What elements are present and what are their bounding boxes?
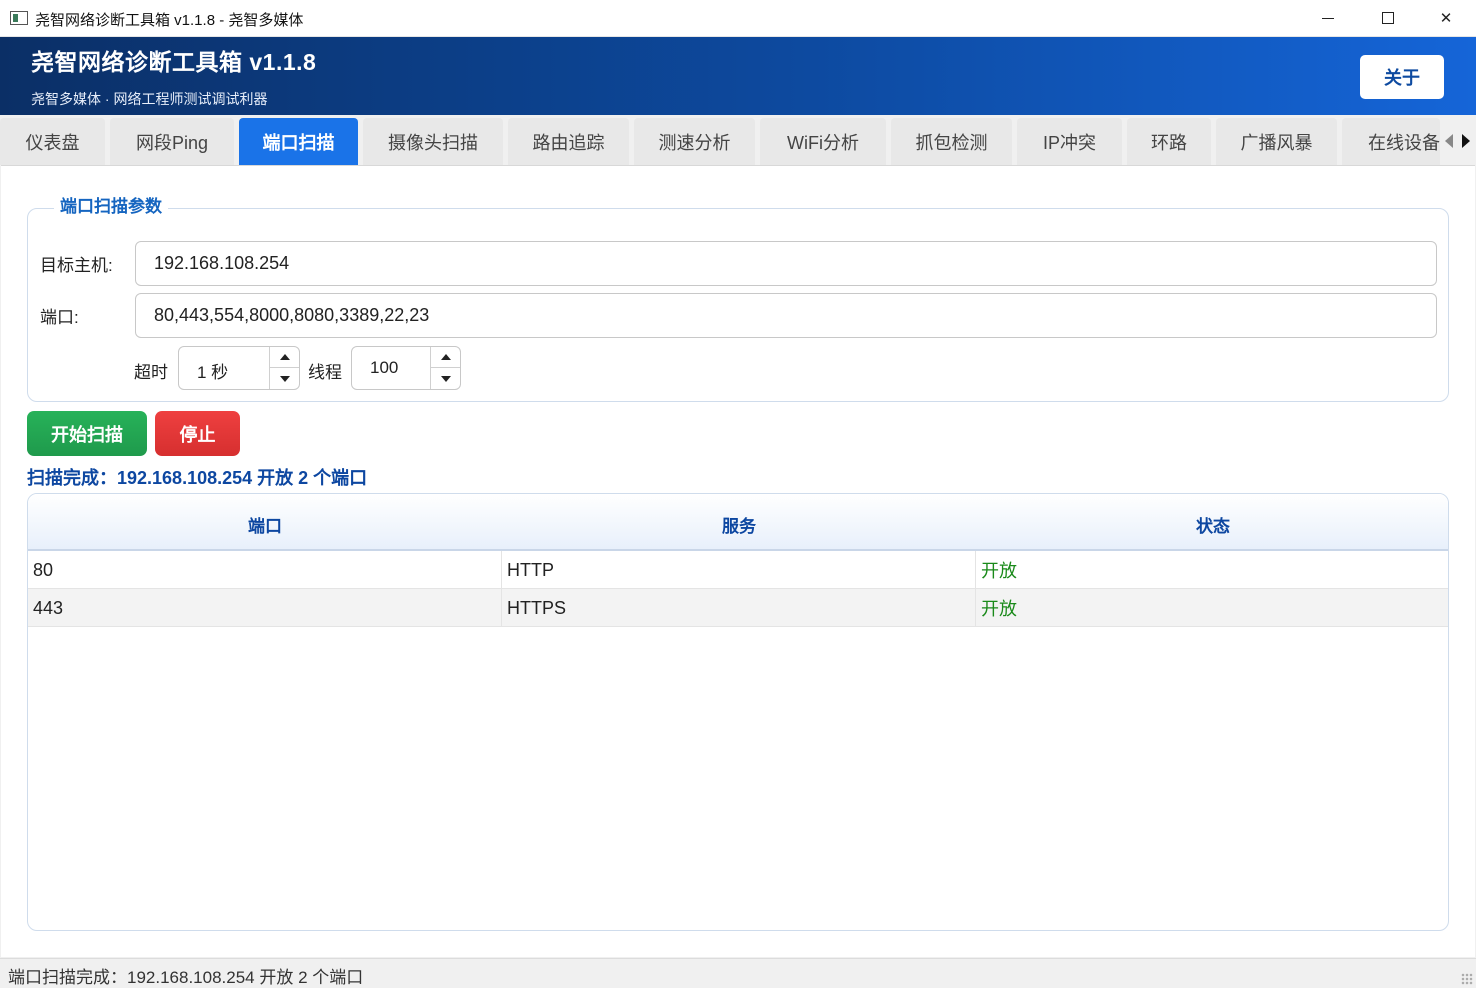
timeout-value: 1 秒: [197, 363, 229, 382]
tab-segment-ping[interactable]: 网段Ping: [110, 118, 234, 165]
chevron-down-icon: [440, 375, 451, 382]
tab-scroll-left-icon[interactable]: [1444, 134, 1453, 148]
minimize-icon: [1322, 17, 1334, 19]
maximize-icon: [1382, 12, 1394, 24]
tab-bar: 仪表盘 网段Ping 端口扫描 摄像头扫描 路由追踪 测速分析 WiFi分析 抓…: [0, 115, 1476, 165]
about-button[interactable]: 关于: [1360, 55, 1444, 99]
table-row[interactable]: 443 HTTPS 开放: [28, 589, 1448, 627]
chevron-up-icon: [440, 354, 451, 360]
tab-camera-scan[interactable]: 摄像头扫描: [363, 118, 503, 165]
app-icon: [10, 11, 28, 25]
tab-broadcast-storm[interactable]: 广播风暴: [1216, 118, 1337, 165]
timeout-label: 超时: [134, 363, 168, 382]
cell-service: HTTPS: [502, 589, 976, 627]
close-icon: ✕: [1439, 10, 1453, 27]
resize-grip-icon[interactable]: [1461, 973, 1473, 985]
tab-scroll-right-icon[interactable]: [1461, 134, 1470, 148]
threads-label: 线程: [308, 363, 342, 382]
app-title: 尧智网络诊断工具箱 v1.1.8: [31, 49, 317, 75]
timeout-spinbox[interactable]: 1 秒: [178, 346, 300, 390]
cell-status: 开放: [981, 561, 1017, 581]
threads-spin-buttons: [430, 347, 460, 389]
target-host-input[interactable]: 192.168.108.254: [135, 241, 1437, 286]
timeout-spin-buttons: [269, 347, 299, 389]
tab-packet-capture[interactable]: 抓包检测: [891, 118, 1012, 165]
threads-decrement-button[interactable]: [431, 368, 460, 389]
cell-port: 443: [28, 589, 502, 627]
threads-value: 100: [370, 358, 399, 377]
tab-loop[interactable]: 环路: [1127, 118, 1211, 165]
column-header-status[interactable]: 状态: [976, 512, 1448, 537]
stop-button[interactable]: 停止: [155, 411, 240, 456]
table-header: 端口 服务 状态: [28, 494, 1448, 551]
chevron-down-icon: [279, 375, 290, 382]
maximize-button[interactable]: [1358, 0, 1418, 36]
results-table: 端口 服务 状态 80 HTTP 开放 443 HTTPS 开放: [27, 493, 1449, 931]
scan-status-text: 扫描完成：192.168.108.254 开放 2 个端口: [27, 468, 368, 488]
scan-params-title: 端口扫描参数: [54, 192, 168, 217]
tab-port-scan[interactable]: 端口扫描: [239, 118, 358, 165]
status-bar-text: 端口扫描完成：192.168.108.254 开放 2 个端口: [8, 968, 364, 987]
start-scan-button[interactable]: 开始扫描: [27, 411, 147, 456]
window-titlebar: 尧智网络诊断工具箱 v1.1.8 - 尧智多媒体 ✕: [0, 0, 1476, 37]
app-header: 尧智网络诊断工具箱 v1.1.8 尧智多媒体 · 网络工程师测试调试利器 关于: [0, 37, 1476, 115]
tab-ip-conflict[interactable]: IP冲突: [1017, 118, 1122, 165]
chevron-up-icon: [279, 354, 290, 360]
table-row[interactable]: 80 HTTP 开放: [28, 551, 1448, 589]
threads-increment-button[interactable]: [431, 347, 460, 368]
app-subtitle: 尧智多媒体 · 网络工程师测试调试利器: [31, 91, 268, 107]
close-button[interactable]: ✕: [1416, 0, 1476, 36]
tab-online-devices[interactable]: 在线设备: [1342, 118, 1440, 165]
ports-input[interactable]: 80,443,554,8000,8080,3389,22,23: [135, 293, 1437, 338]
target-host-label: 目标主机:: [40, 256, 113, 275]
cell-status: 开放: [981, 599, 1017, 619]
tab-wifi-analysis[interactable]: WiFi分析: [760, 118, 886, 165]
tab-speed-analysis[interactable]: 测速分析: [634, 118, 755, 165]
tab-traceroute[interactable]: 路由追踪: [508, 118, 629, 165]
cell-port: 80: [28, 551, 502, 589]
column-header-service[interactable]: 服务: [502, 512, 976, 537]
minimize-button[interactable]: [1298, 0, 1358, 36]
timeout-decrement-button[interactable]: [270, 368, 299, 389]
tab-scroll-arrows: [1440, 128, 1474, 154]
ports-label: 端口:: [40, 308, 79, 327]
status-bar: 端口扫描完成：192.168.108.254 开放 2 个端口: [0, 958, 1476, 988]
cell-service: HTTP: [502, 551, 976, 589]
window-title: 尧智网络诊断工具箱 v1.1.8 - 尧智多媒体: [35, 12, 304, 29]
column-header-port[interactable]: 端口: [28, 512, 502, 537]
threads-spinbox[interactable]: 100: [351, 346, 461, 390]
timeout-increment-button[interactable]: [270, 347, 299, 368]
tab-dashboard[interactable]: 仪表盘: [0, 118, 105, 165]
